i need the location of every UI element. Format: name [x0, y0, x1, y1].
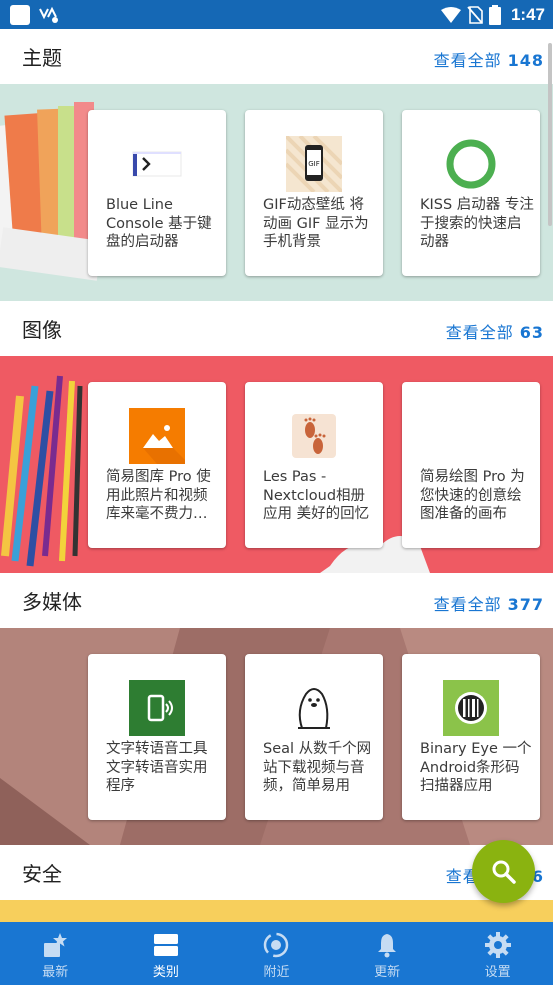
app-card-text: 简易图库 Pro 使用此照片和视频库来毫不费力地管理	[106, 469, 211, 522]
app-card-simple-draw[interactable]: 简易绘图 Pro 为您快速的创意绘图准备的画布	[402, 382, 540, 548]
category-banner-multimedia[interactable]: 文字转语音工具 文字转语音实用程序 Seal 从数千个网站下载视频与音频，简单易…	[0, 628, 553, 845]
app-card-text: Seal 从数千个网站下载视频与音频，简单易用	[263, 741, 372, 794]
category-title: 安全	[22, 862, 62, 886]
app-card-blue-line-console[interactable]: Blue Line Console 基于键盘的启动器	[88, 110, 226, 276]
binary-eye-icon	[443, 680, 499, 736]
app-card-kiss-launcher[interactable]: KISS 启动器 专注于搜索的快速启动器	[402, 110, 540, 276]
notification-app-icon	[10, 5, 30, 25]
app-card-text: GIF动态壁纸 将动画 GIF 显示为手机背景	[263, 197, 369, 250]
nav-label: 最新	[42, 965, 69, 980]
nav-label: 附近	[263, 965, 290, 980]
category-header-security: 安全 查看全部46	[0, 845, 553, 900]
app-card-simple-gallery[interactable]: 简易图库 Pro 使用此照片和视频库来毫不费力地管理	[88, 382, 226, 548]
app-card-binary-eye[interactable]: Binary Eye 一个Android条形码扫描器应用	[402, 654, 540, 820]
app-card-seal[interactable]: Seal 从数千个网站下载视频与音频，简单易用	[245, 654, 383, 820]
view-all-multimedia-link[interactable]: 查看全部 377	[434, 591, 544, 615]
view-all-graphics-link[interactable]: 查看全部 63	[446, 319, 544, 343]
svg-text:GIF: GIF	[308, 160, 320, 168]
nearby-icon	[264, 932, 289, 958]
simple-gallery-icon	[129, 408, 185, 464]
view-all-themes-link[interactable]: 查看全部 148	[434, 47, 544, 71]
settings-gear-icon	[484, 932, 511, 958]
bottom-navigation: 最新 类别 附近 更新 设置	[0, 922, 553, 985]
app-card-text: Les Pas - Nextcloud相册应用 美好的回忆	[263, 469, 370, 522]
app-card-les-pas[interactable]: Les Pas - Nextcloud相册应用 美好的回忆	[245, 382, 383, 548]
tts-icon	[129, 680, 185, 736]
category-banner-graphics[interactable]: 简易图库 Pro 使用此照片和视频库来毫不费力地管理 Les Pas - Nex…	[0, 356, 553, 573]
app-card-text: Blue Line Console 基于键盘的启动器	[106, 197, 212, 250]
category-title: 图像	[22, 318, 62, 342]
seal-icon	[298, 688, 330, 729]
search-icon	[492, 860, 516, 884]
nav-label: 类别	[152, 965, 179, 980]
updates-bell-icon	[378, 934, 397, 958]
app-card-gif-wallpaper[interactable]: GIF GIF动态壁纸 将动画 GIF 显示为手机背景	[245, 110, 383, 276]
nav-label: 设置	[484, 965, 511, 980]
category-list[interactable]: 主题 查看全部 148 Blue Line Console 基于键盘的启动器 G…	[0, 29, 553, 922]
sim-no-signal-icon	[467, 6, 483, 24]
search-fab-button[interactable]	[472, 840, 535, 903]
category-banner-security[interactable]	[0, 900, 553, 922]
wifi-icon	[440, 7, 461, 23]
app-card-text: 简易绘图 Pro 为您快速的创意绘图准备的画布	[420, 469, 525, 522]
nav-item-settings[interactable]: 设置	[442, 922, 553, 985]
scrollbar[interactable]	[548, 43, 552, 226]
app-card-text: KISS 启动器 专注于搜索的快速启动器	[420, 197, 534, 250]
nav-item-latest[interactable]: 最新	[0, 922, 111, 985]
category-title: 主题	[22, 46, 62, 70]
app-card-tts[interactable]: 文字转语音工具 文字转语音实用程序	[88, 654, 226, 820]
nav-item-categories[interactable]: 类别	[111, 922, 222, 985]
category-title: 多媒体	[22, 590, 82, 614]
les-pas-icon	[292, 414, 336, 458]
category-banner-themes[interactable]: Blue Line Console 基于键盘的启动器 GIF GIF动态壁纸 将…	[0, 84, 553, 301]
app-card-text: 文字转语音工具 文字转语音实用程序	[106, 741, 208, 794]
category-header-themes: 主题 查看全部 148	[0, 29, 553, 84]
data-saver-icon	[39, 6, 58, 23]
gif-wallpaper-icon: GIF	[286, 136, 342, 192]
categories-icon	[153, 934, 178, 956]
app-card-text: Binary Eye 一个Android条形码扫描器应用	[420, 741, 532, 794]
nav-item-updates[interactable]: 更新	[332, 922, 443, 985]
kiss-launcher-icon	[446, 139, 496, 189]
clock: 1:47	[510, 5, 545, 24]
nav-label: 更新	[374, 965, 401, 980]
latest-icon	[44, 933, 68, 957]
category-header-graphics: 图像 查看全部 63	[0, 301, 553, 356]
status-bar: 1:47	[0, 0, 553, 29]
nav-item-nearby[interactable]: 附近	[221, 922, 332, 985]
category-header-multimedia: 多媒体 查看全部 377	[0, 573, 553, 628]
blue-line-console-icon	[132, 151, 182, 177]
battery-icon	[488, 5, 501, 25]
